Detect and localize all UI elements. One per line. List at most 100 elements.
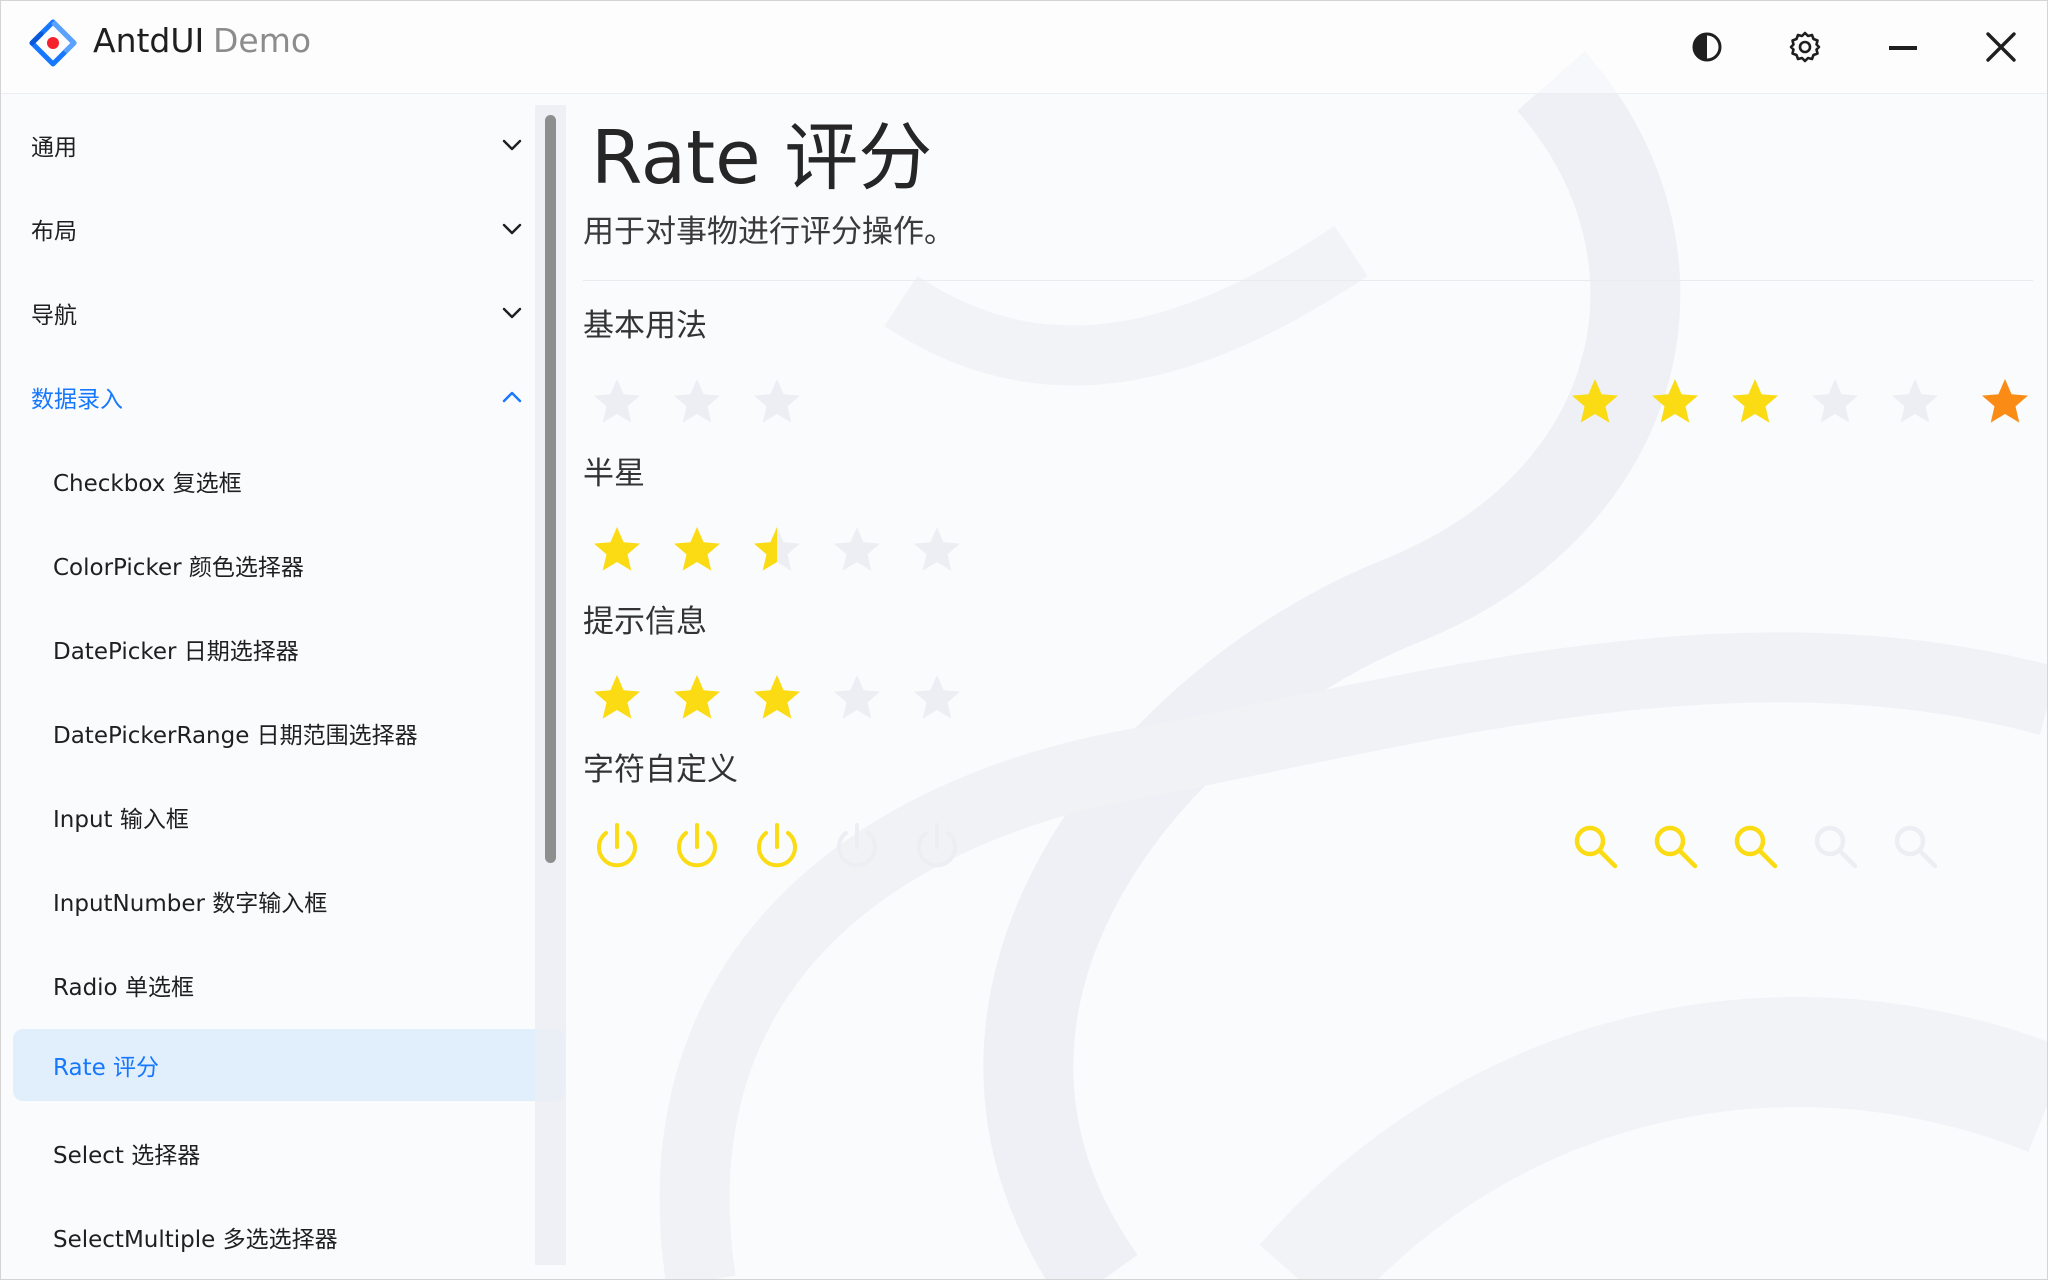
search-icon[interactable] (1889, 820, 1941, 872)
menu-group-data-entry[interactable]: 数据录入 (13, 361, 565, 433)
star-icon-glyph (674, 675, 720, 719)
menu-item-radio[interactable]: Radio 单选框 (13, 949, 565, 1021)
star-icon[interactable] (831, 524, 883, 576)
rate-half[interactable] (591, 524, 963, 576)
title-bar: AntdUI Demo (1, 1, 2047, 94)
rate-custom-search[interactable] (1569, 820, 1941, 872)
menu-item-label: Rate 评分 (53, 1055, 160, 1081)
star-icon[interactable] (591, 376, 643, 428)
page-title: Rate 评分 (591, 115, 933, 201)
menu-group-navigation[interactable]: 导航 (13, 277, 565, 349)
chevron-down-icon (502, 139, 522, 151)
menu-item-selectmultiple[interactable]: SelectMultiple 多选选择器 (13, 1201, 565, 1273)
rate-custom-power[interactable] (591, 820, 963, 872)
star-icon-glyph (1572, 379, 1618, 423)
app-title: AntdUI (93, 21, 205, 60)
main-content: Rate 评分 用于对事物进行评分操作。 基本用法 半星 提示信息 字符自定义 (567, 94, 2047, 1279)
star-icon[interactable] (591, 672, 643, 724)
star-icon[interactable] (911, 524, 963, 576)
menu-item-datepicker[interactable]: DatePicker 日期选择器 (13, 613, 565, 685)
power-icon[interactable] (831, 820, 883, 872)
menu-item-label: Input 输入框 (53, 807, 189, 833)
search-icon[interactable] (1809, 820, 1861, 872)
chevron-down-icon (502, 223, 522, 235)
power-icon-glyph (757, 823, 797, 868)
power-icon[interactable] (591, 820, 643, 872)
menu-item-label: Checkbox 复选框 (53, 471, 242, 497)
rate-basic-3[interactable] (1979, 376, 2047, 428)
star-icon[interactable] (1649, 376, 1701, 428)
search-icon[interactable] (1649, 820, 1701, 872)
search-icon-glyph (1654, 825, 1698, 869)
minimize-icon (1889, 46, 1917, 50)
app-window: AntdUI Demo 通用 布局 导航 数据录入 Checkbox 复选框 C… (0, 0, 2048, 1280)
close-button[interactable] (1971, 17, 2031, 77)
star-icon[interactable] (671, 524, 723, 576)
power-icon[interactable] (671, 820, 723, 872)
divider (583, 280, 2033, 281)
star-icon-glyph (1652, 379, 1698, 423)
search-icon[interactable] (1569, 820, 1621, 872)
theme-toggle-button[interactable] (1677, 17, 1737, 77)
contrast-icon (1692, 32, 1722, 62)
menu-item-label: SelectMultiple 多选选择器 (53, 1227, 338, 1253)
star-icon[interactable] (751, 376, 803, 428)
settings-button[interactable] (1775, 17, 1835, 77)
minimize-button[interactable] (1873, 17, 1933, 77)
star-icon[interactable] (1809, 376, 1861, 428)
star-icon-glyph (754, 675, 800, 719)
menu-item-inputnumber[interactable]: InputNumber 数字输入框 (13, 865, 565, 937)
star-icon-glyph (674, 379, 720, 423)
section-title-half: 半星 (583, 456, 645, 492)
power-icon-glyph (837, 823, 877, 868)
star-icon-glyph (754, 379, 800, 423)
star-icon-glyph (1982, 379, 2028, 423)
sidebar-menu: 通用 布局 导航 数据录入 Checkbox 复选框 ColorPicker 颜… (1, 94, 567, 1279)
gear-icon (1789, 31, 1821, 63)
search-icon[interactable] (1729, 820, 1781, 872)
star-icon[interactable] (831, 672, 883, 724)
page-description: 用于对事物进行评分操作。 (583, 214, 955, 250)
star-icon[interactable] (1979, 376, 2031, 428)
power-icon[interactable] (911, 820, 963, 872)
rate-basic-1[interactable] (591, 376, 803, 428)
star-icon[interactable] (671, 672, 723, 724)
menu-item-checkbox[interactable]: Checkbox 复选框 (13, 445, 565, 517)
menu-item-datepickerrange[interactable]: DatePickerRange 日期范围选择器 (13, 697, 565, 769)
menu-group-layout[interactable]: 布局 (13, 193, 565, 265)
star-icon[interactable] (671, 376, 723, 428)
search-icon-glyph (1814, 825, 1858, 869)
star-icon[interactable] (1729, 376, 1781, 428)
star-icon[interactable] (591, 524, 643, 576)
menu-item-colorpicker[interactable]: ColorPicker 颜色选择器 (13, 529, 565, 601)
power-icon-glyph (597, 823, 637, 868)
antdui-logo-icon (29, 19, 77, 67)
menu-item-label: DatePicker 日期选择器 (53, 639, 299, 665)
app-subtitle: Demo (213, 21, 312, 60)
star-icon[interactable] (911, 672, 963, 724)
star-icon-glyph (834, 527, 880, 571)
star-icon[interactable] (751, 524, 803, 576)
sidebar-scrollbar-thumb[interactable] (545, 115, 556, 863)
star-icon-glyph (594, 379, 640, 423)
close-icon (1986, 32, 2016, 62)
rate-tooltip[interactable] (591, 672, 963, 724)
star-icon-glyph (914, 675, 960, 719)
power-icon[interactable] (751, 820, 803, 872)
star-icon[interactable] (751, 672, 803, 724)
rate-basic-2[interactable] (1569, 376, 1941, 428)
star-icon[interactable] (1889, 376, 1941, 428)
menu-item-input[interactable]: Input 输入框 (13, 781, 565, 853)
power-icon-glyph (677, 823, 717, 868)
star-icon[interactable] (1569, 376, 1621, 428)
menu-group-general[interactable]: 通用 (13, 109, 565, 181)
menu-group-label: 导航 (31, 303, 77, 329)
star-icon-glyph (834, 675, 880, 719)
power-icon-glyph (917, 823, 957, 868)
search-icon-glyph (1894, 825, 1938, 869)
menu-group-label: 布局 (31, 219, 77, 245)
star-icon-glyph (594, 675, 640, 719)
menu-item-label: ColorPicker 颜色选择器 (53, 555, 304, 581)
menu-item-rate[interactable]: Rate 评分 (13, 1029, 565, 1101)
menu-item-select[interactable]: Select 选择器 (13, 1117, 565, 1189)
